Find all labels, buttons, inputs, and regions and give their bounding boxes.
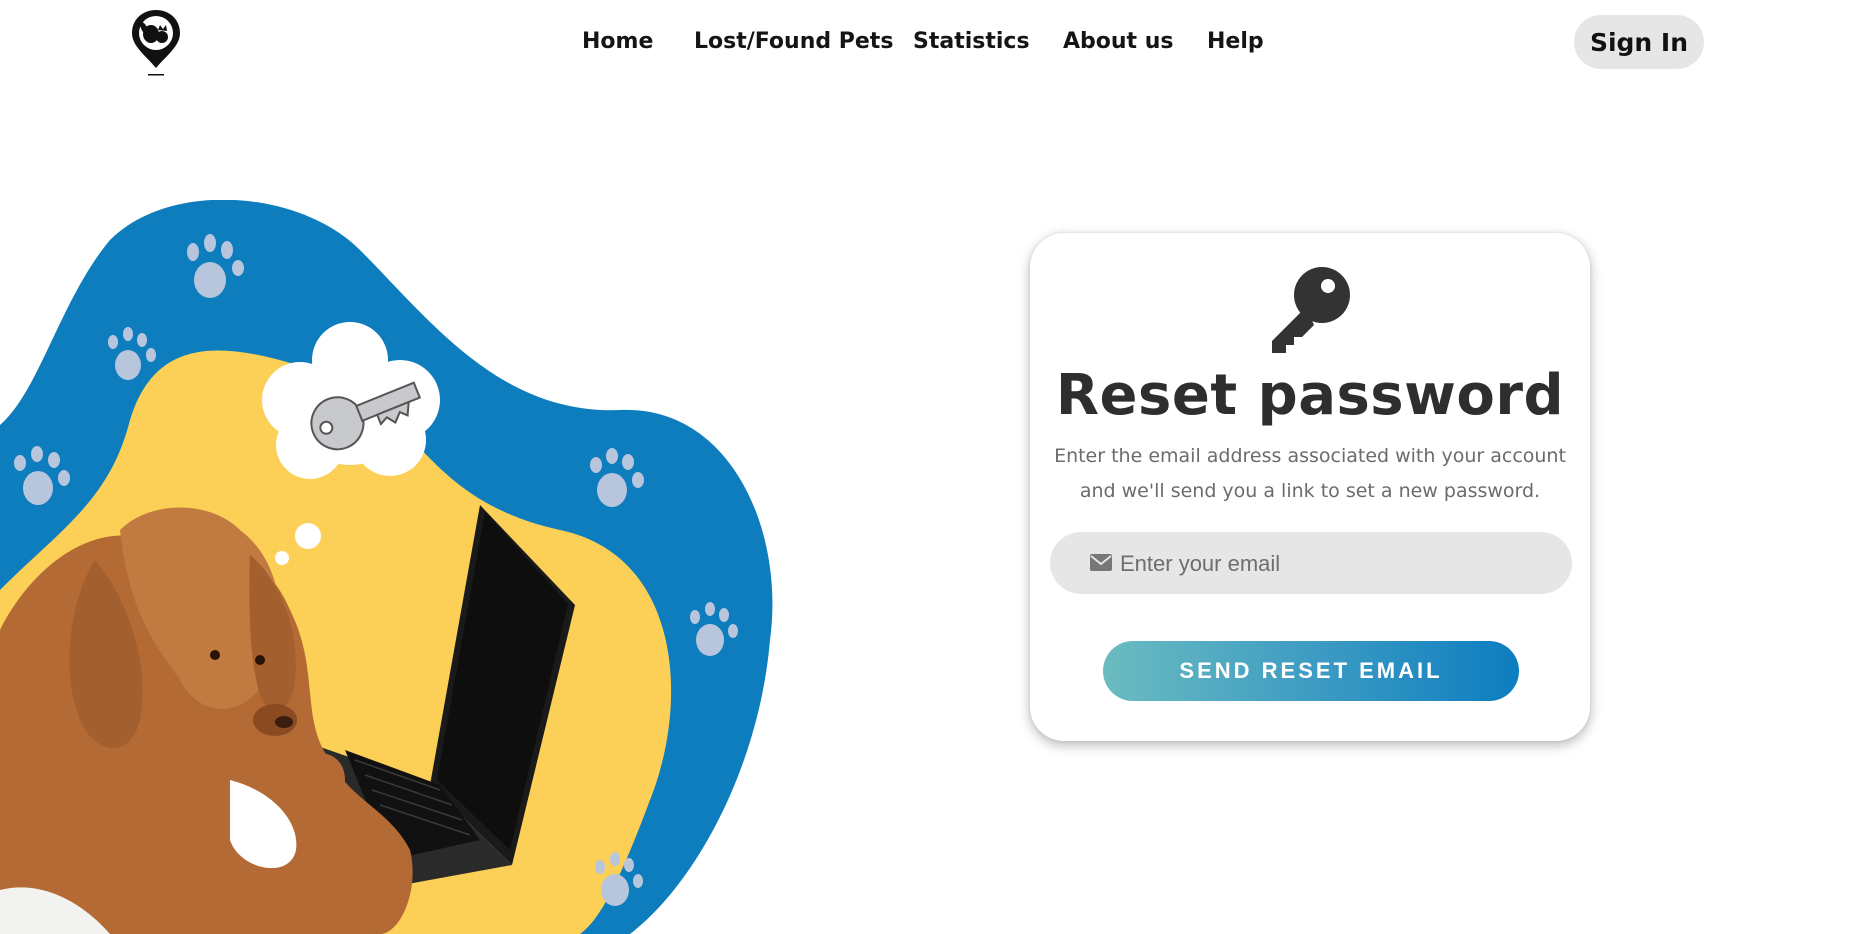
sign-in-button[interactable]: Sign In [1574, 15, 1704, 69]
reset-description: Enter the email address associated with … [1054, 445, 1566, 502]
email-input[interactable] [1118, 532, 1562, 596]
email-field-wrapper[interactable] [1050, 532, 1572, 596]
nav-about-us[interactable]: About us [1063, 24, 1173, 60]
nav-lost-found-pets[interactable]: Lost/Found Pets [694, 24, 893, 60]
main-nav: Home Lost/Found Pets Statistics About us… [0, 24, 1849, 60]
envelope-icon [1090, 554, 1112, 571]
nav-home[interactable]: Home [582, 24, 653, 60]
top-navbar: Home Lost/Found Pets Statistics About us… [0, 0, 1849, 95]
page-title: Reset password [1055, 363, 1565, 428]
nav-statistics[interactable]: Statistics [913, 24, 1030, 60]
key-icon [1272, 267, 1350, 353]
dog-laptop-illustration [0, 200, 773, 934]
nav-help[interactable]: Help [1207, 24, 1264, 60]
send-reset-email-button[interactable]: SEND RESET EMAIL [1103, 641, 1519, 701]
reset-password-card: Reset password Enter the email address a… [1030, 233, 1590, 741]
